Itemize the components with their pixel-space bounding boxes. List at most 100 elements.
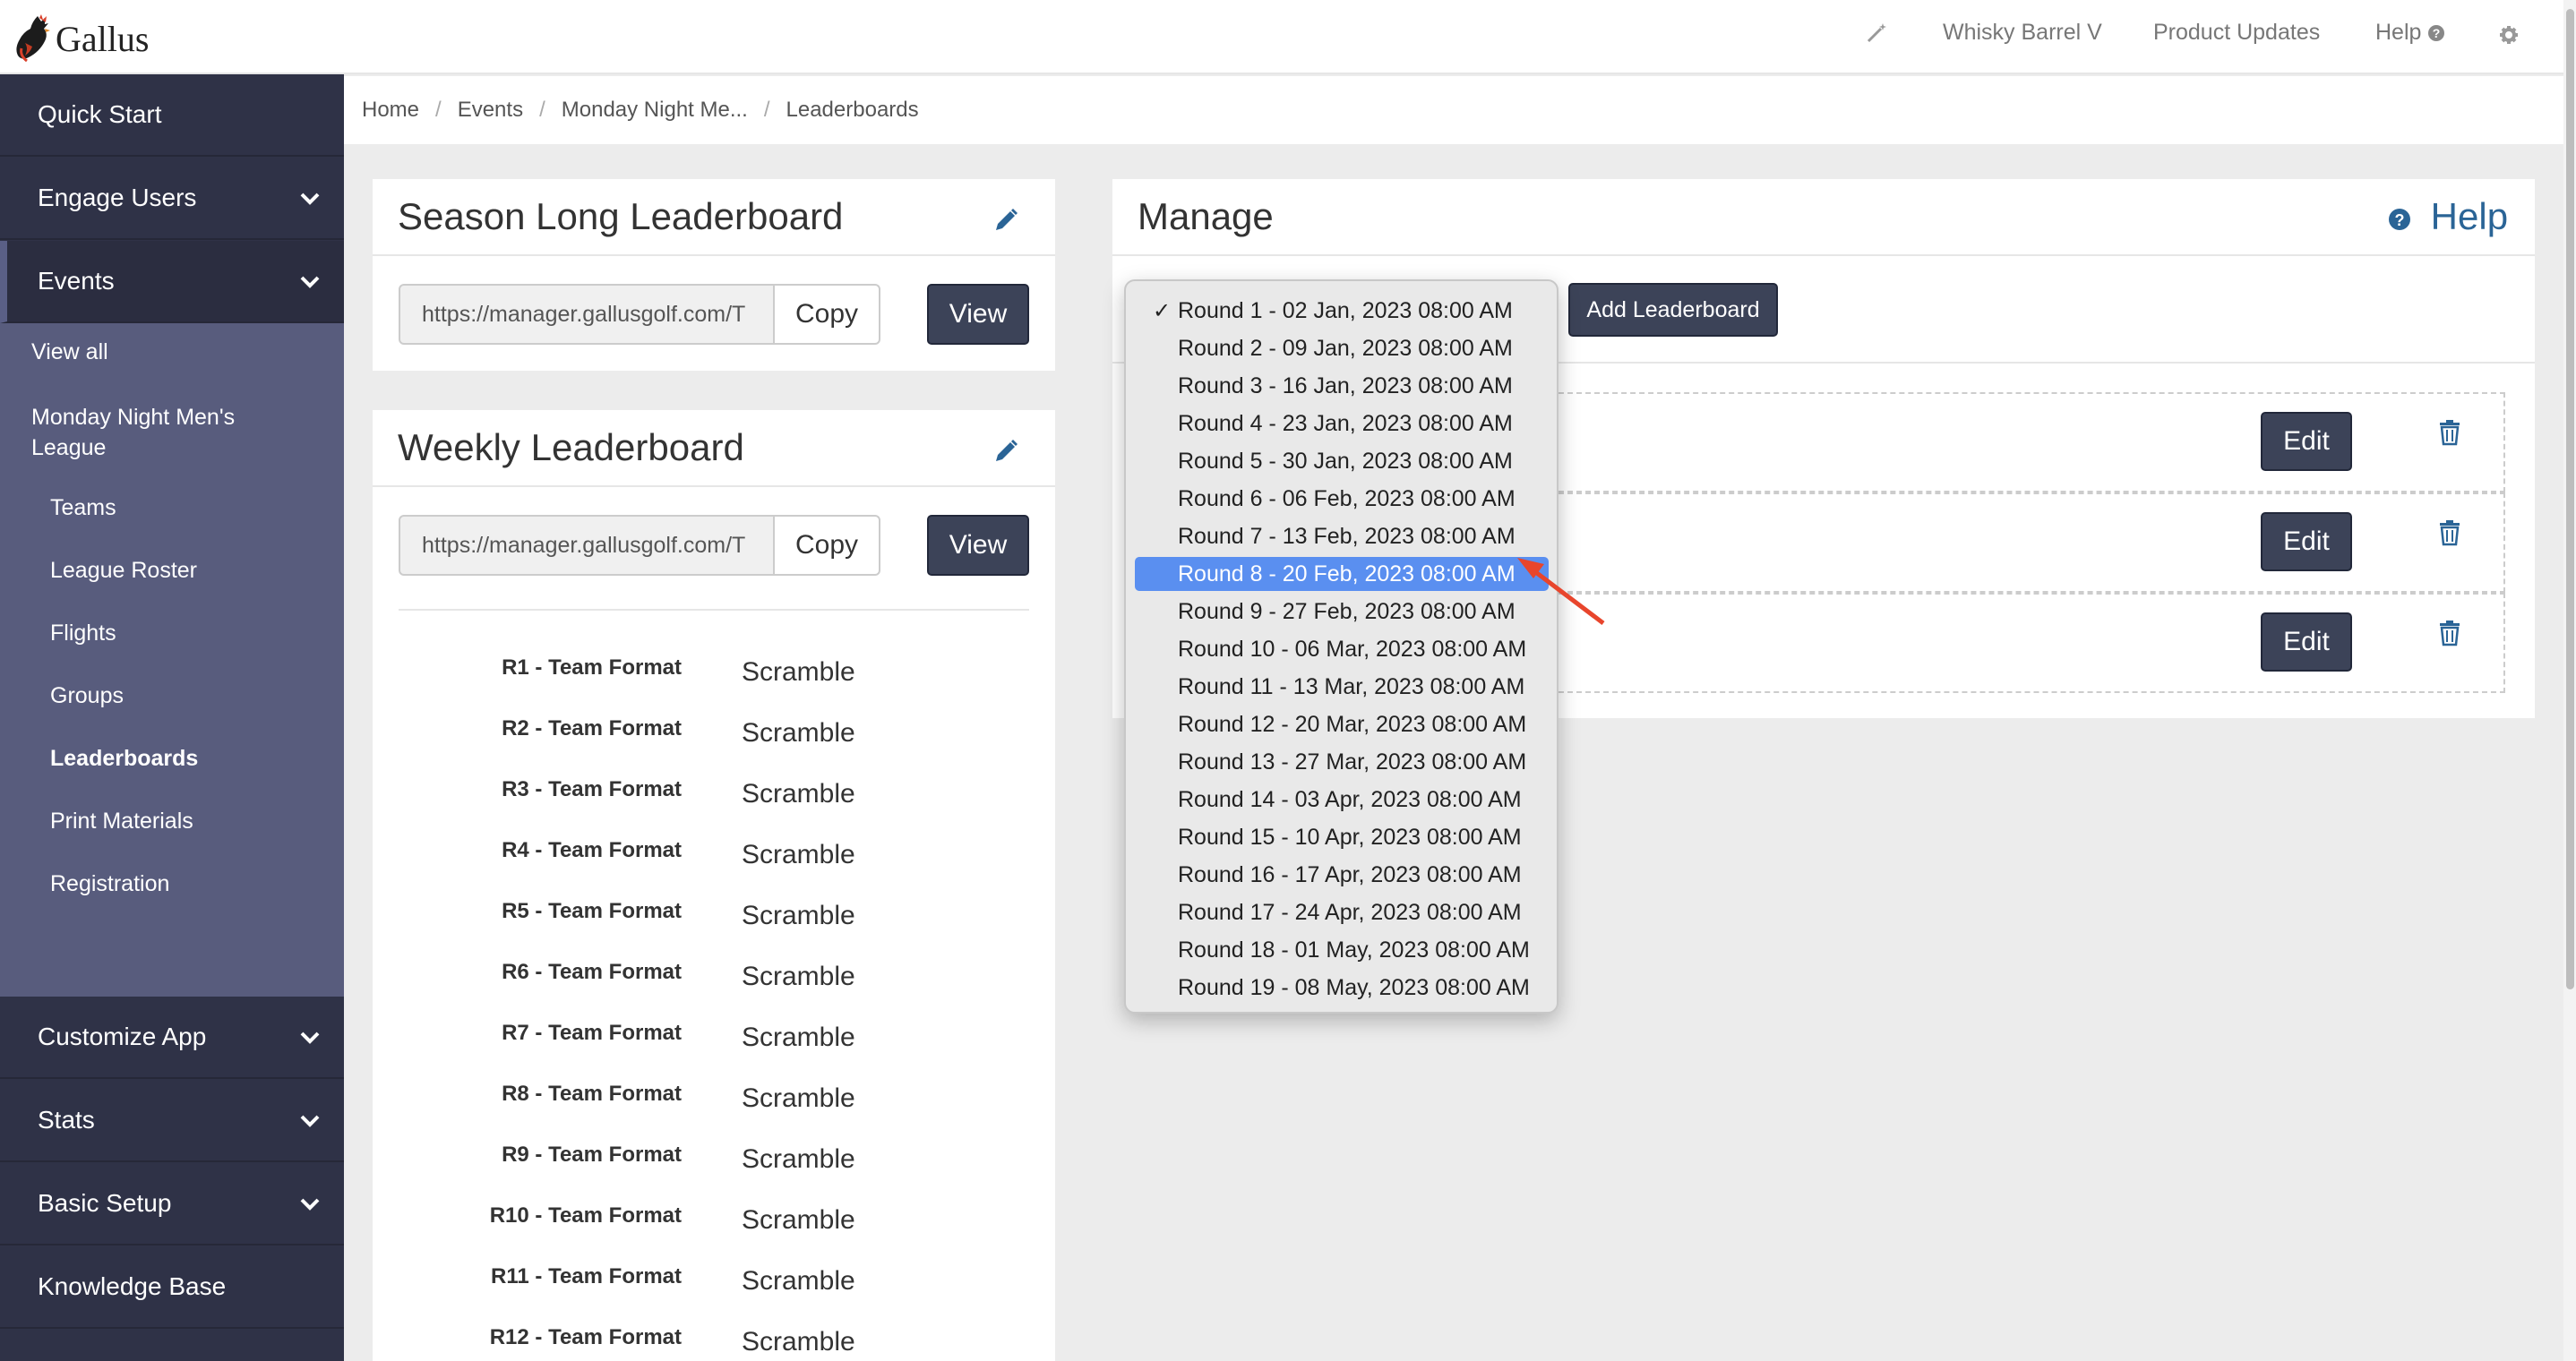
weekly-url-field[interactable]: https://manager.gallusgolf.com/T	[399, 515, 775, 576]
round-option[interactable]: Round 18 - 01 May, 2023 08:00 AM	[1135, 933, 1549, 967]
edit-button[interactable]: Edit	[2261, 612, 2352, 672]
magic-wand-icon	[1867, 23, 1886, 43]
weekly-panel: Weekly Leaderboard https://manager.gallu…	[373, 410, 1055, 1361]
round-option[interactable]: Round 3 - 16 Jan, 2023 08:00 AM	[1135, 369, 1549, 403]
team-format-value: Scramble	[742, 962, 855, 991]
round-option[interactable]: Round 17 - 24 Apr, 2023 08:00 AM	[1135, 895, 1549, 929]
sidebar-item-label: Customize App	[38, 1023, 207, 1050]
weekly-copy-button[interactable]: Copy	[773, 515, 880, 576]
add-leaderboard-button[interactable]: Add Leaderboard	[1568, 283, 1778, 337]
round-option[interactable]: Round 16 - 17 Apr, 2023 08:00 AM	[1135, 858, 1549, 892]
sidebar-subitem-teams[interactable]: Teams	[50, 495, 116, 521]
round-option[interactable]: Round 2 - 09 Jan, 2023 08:00 AM	[1135, 331, 1549, 365]
scrollbar-thumb[interactable]	[2566, 9, 2574, 989]
edit-button[interactable]: Edit	[2261, 412, 2352, 471]
sidebar-subitem-registration[interactable]: Registration	[50, 871, 169, 897]
page-scrollbar[interactable]	[2563, 0, 2576, 1361]
svg-text:?: ?	[2395, 211, 2405, 229]
round-option-label: Round 3 - 16 Jan, 2023 08:00 AM	[1178, 372, 1513, 398]
round-option[interactable]: Round 10 - 06 Mar, 2023 08:00 AM	[1135, 632, 1549, 666]
team-format-row: R9 - Team Format Scramble	[373, 1139, 1071, 1193]
sidebar: Quick Start Engage Users Events View all…	[0, 74, 344, 1361]
product-updates-link[interactable]: Product Updates	[2153, 20, 2320, 46]
round-option[interactable]: Round 8 - 20 Feb, 2023 08:00 AM	[1135, 557, 1549, 591]
round-option-label: Round 17 - 24 Apr, 2023 08:00 AM	[1178, 899, 1522, 925]
team-format-row: R6 - Team Format Scramble	[373, 956, 1071, 1010]
team-format-value: Scramble	[742, 901, 855, 930]
team-format-value: Scramble	[742, 1023, 855, 1052]
team-format-row: R8 - Team Format Scramble	[373, 1078, 1071, 1132]
season-url-field[interactable]: https://manager.gallusgolf.com/T	[399, 284, 775, 345]
sidebar-subitem-print-materials[interactable]: Print Materials	[50, 809, 193, 835]
team-format-value: Scramble	[742, 1327, 855, 1357]
round-option[interactable]: Round 9 - 27 Feb, 2023 08:00 AM	[1135, 595, 1549, 629]
round-option[interactable]: ✓ Round 1 - 02 Jan, 2023 08:00 AM	[1135, 294, 1549, 328]
round-option[interactable]: Round 15 - 10 Apr, 2023 08:00 AM	[1135, 820, 1549, 854]
round-option[interactable]: Round 6 - 06 Feb, 2023 08:00 AM	[1135, 482, 1549, 516]
round-option[interactable]: Round 4 - 23 Jan, 2023 08:00 AM	[1135, 407, 1549, 441]
round-option[interactable]: Round 14 - 03 Apr, 2023 08:00 AM	[1135, 783, 1549, 817]
weekly-view-button[interactable]: View	[927, 515, 1029, 576]
chevron-down-icon	[300, 276, 320, 288]
sidebar-item-label: Stats	[38, 1106, 95, 1134]
season-long-title: Season Long Leaderboard	[398, 195, 844, 237]
pencil-icon[interactable]	[992, 438, 1019, 465]
panel-divider	[1112, 254, 2535, 256]
sidebar-item-engage-users[interactable]: Engage Users	[0, 158, 344, 240]
team-format-row: R3 - Team Format Scramble	[373, 774, 1071, 827]
pencil-icon[interactable]	[992, 207, 1019, 234]
team-format-value: Scramble	[742, 657, 855, 687]
breadcrumb-home[interactable]: Home	[362, 98, 419, 123]
round-option[interactable]: Round 7 - 13 Feb, 2023 08:00 AM	[1135, 519, 1549, 553]
trash-icon[interactable]	[2437, 419, 2462, 446]
edit-button[interactable]: Edit	[2261, 512, 2352, 571]
breadcrumb-league[interactable]: Monday Night Me...	[562, 98, 748, 123]
team-format-row: R1 - Team Format Scramble	[373, 652, 1071, 706]
sidebar-item-customize-app[interactable]: Customize App	[0, 997, 344, 1079]
round-option-label: Round 9 - 27 Feb, 2023 08:00 AM	[1178, 598, 1516, 624]
org-name-link[interactable]: Whisky Barrel V	[1943, 20, 2102, 46]
round-option-label: Round 16 - 17 Apr, 2023 08:00 AM	[1178, 861, 1522, 887]
settings-button[interactable]	[2499, 21, 2519, 47]
season-view-button[interactable]: View	[927, 284, 1029, 345]
sidebar-item-events[interactable]: Events	[0, 241, 344, 323]
round-option[interactable]: Round 19 - 08 May, 2023 08:00 AM	[1135, 971, 1549, 1005]
weekly-title: Weekly Leaderboard	[398, 426, 744, 468]
magic-wand-button[interactable]	[1865, 20, 1888, 46]
round-option[interactable]: Round 12 - 20 Mar, 2023 08:00 AM	[1135, 707, 1549, 741]
team-format-label: R7 - Team Format	[502, 1021, 682, 1045]
round-select-dropdown[interactable]: ✓ Round 1 - 02 Jan, 2023 08:00 AM Round 2 …	[1124, 279, 1558, 1014]
team-format-label: R12 - Team Format	[489, 1325, 682, 1349]
logo-text: Gallus	[56, 18, 150, 59]
sidebar-subitem-groups[interactable]: Groups	[50, 683, 124, 709]
team-format-label: R2 - Team Format	[502, 716, 682, 740]
sidebar-subitem-flights[interactable]: Flights	[50, 621, 116, 646]
team-format-label: R9 - Team Format	[502, 1143, 682, 1167]
season-copy-button[interactable]: Copy	[773, 284, 880, 345]
round-option-label: Round 13 - 27 Mar, 2023 08:00 AM	[1178, 749, 1527, 775]
trash-icon[interactable]	[2437, 519, 2462, 546]
leaderboard-row: Edit	[1541, 492, 2505, 593]
team-format-value: Scramble	[742, 840, 855, 869]
help-link[interactable]: Help ?	[2375, 20, 2445, 46]
breadcrumb: Home / Events / Monday Night Me... / Lea…	[344, 76, 2563, 144]
round-option[interactable]: Round 5 - 30 Jan, 2023 08:00 AM	[1135, 444, 1549, 478]
sidebar-item-stats[interactable]: Stats	[0, 1080, 344, 1162]
sidebar-subitem-view-all[interactable]: View all	[31, 339, 108, 365]
gallus-logo[interactable]: Gallus	[13, 13, 149, 64]
sidebar-subitem-leaderboards[interactable]: Leaderboards	[50, 746, 198, 772]
manage-help-link[interactable]: ? Help	[2388, 195, 2508, 238]
sidebar-item-quick-start[interactable]: Quick Start	[0, 74, 344, 157]
trash-icon[interactable]	[2437, 620, 2462, 646]
sidebar-item-basic-setup[interactable]: Basic Setup	[0, 1163, 344, 1245]
svg-text:?: ?	[2433, 26, 2441, 40]
team-format-value: Scramble	[742, 1144, 855, 1174]
breadcrumb-events[interactable]: Events	[458, 98, 523, 123]
round-option-label: Round 7 - 13 Feb, 2023 08:00 AM	[1178, 523, 1516, 549]
sidebar-item-knowledge-base[interactable]: Knowledge Base	[0, 1246, 344, 1329]
round-option[interactable]: Round 13 - 27 Mar, 2023 08:00 AM	[1135, 745, 1549, 779]
sidebar-subitem-league-roster[interactable]: League Roster	[50, 558, 197, 584]
round-option[interactable]: Round 11 - 13 Mar, 2023 08:00 AM	[1135, 670, 1549, 704]
team-format-row: R2 - Team Format Scramble	[373, 713, 1071, 766]
sidebar-subitem-league[interactable]: Monday Night Men's League	[31, 402, 300, 463]
